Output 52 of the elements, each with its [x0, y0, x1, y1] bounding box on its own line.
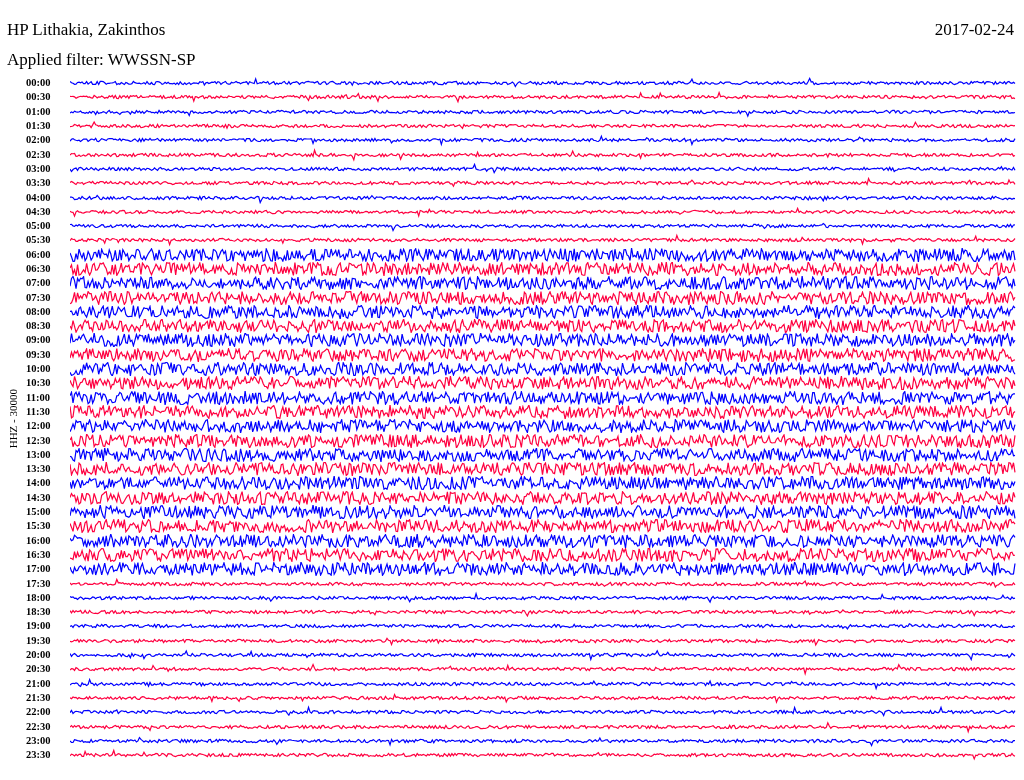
time-label: 18:30: [26, 606, 52, 619]
time-label: 21:30: [26, 691, 52, 704]
time-label: 19:30: [26, 634, 52, 647]
time-label: 07:30: [26, 291, 52, 304]
time-label: 09:00: [26, 334, 52, 347]
time-label: 03:00: [26, 162, 52, 175]
time-label: 15:30: [26, 520, 52, 533]
time-label: 08:00: [26, 305, 52, 318]
time-label: 12:00: [26, 420, 52, 433]
time-label: 22:00: [26, 706, 52, 719]
time-label: 00:30: [26, 91, 52, 104]
time-label: 17:00: [26, 563, 52, 576]
date: 2017-02-24: [934, 20, 1014, 40]
time-label: 13:30: [26, 463, 52, 476]
time-label: 06:30: [26, 263, 52, 275]
time-label: 17:30: [26, 577, 52, 590]
time-label: 10:30: [26, 377, 52, 390]
time-label: 08:30: [26, 320, 52, 333]
time-label: 20:30: [26, 663, 52, 676]
time-label: 22:30: [26, 720, 52, 733]
time-label: 14:30: [26, 491, 52, 504]
time-label: 07:00: [26, 277, 52, 290]
time-label: 14:00: [26, 477, 52, 490]
time-label: 23:30: [26, 749, 52, 762]
time-label: 20:00: [26, 649, 52, 661]
time-label: 21:00: [26, 677, 52, 690]
time-label: 05:00: [26, 220, 52, 233]
time-label: 23:00: [26, 734, 52, 747]
time-label: 16:30: [26, 548, 52, 561]
time-label: 16:00: [26, 534, 52, 547]
time-label: 15:00: [26, 506, 52, 519]
time-label: 19:00: [26, 620, 52, 633]
station-name: HP Lithakia, Zakinthos: [7, 20, 166, 40]
time-label: 00:00: [26, 77, 52, 90]
time-label: 03:30: [26, 177, 52, 190]
channel-label: HHZ - 30000: [7, 389, 19, 449]
time-label: 12:30: [26, 434, 52, 447]
time-label: 02:30: [26, 148, 52, 161]
time-label: 11:00: [26, 391, 51, 404]
time-label: 04:30: [26, 205, 52, 218]
time-label: 05:30: [26, 234, 52, 247]
time-label: 11:30: [26, 405, 51, 418]
time-label: 18:00: [26, 591, 52, 604]
time-label: 01:00: [26, 105, 52, 118]
time-label: 04:00: [26, 191, 52, 204]
filter-caption: Applied filter: WWSSN-SP: [6, 49, 197, 70]
time-label: 06:00: [26, 248, 52, 261]
time-label: 02:00: [26, 134, 52, 147]
time-label: 10:00: [26, 363, 52, 376]
time-label: 01:30: [26, 120, 52, 133]
time-label: 09:30: [26, 348, 52, 361]
time-label: 13:00: [26, 448, 52, 461]
